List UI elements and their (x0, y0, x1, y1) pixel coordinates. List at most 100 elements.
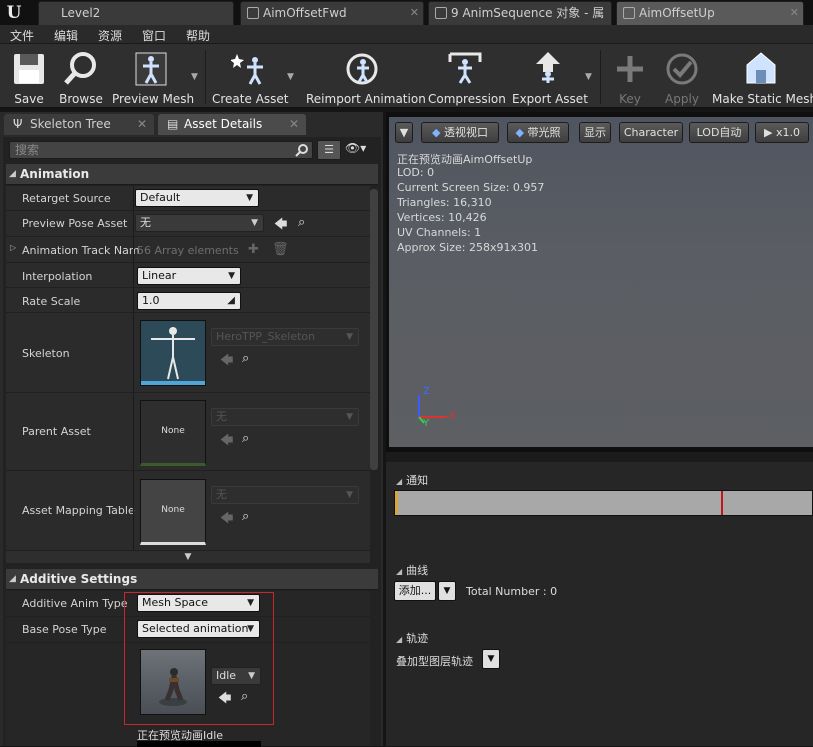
preview-viewport[interactable]: ▼ ◆ 透视视口 ◆ 带光照 显示 Character LOD自动 ▶ x1.0… (389, 117, 813, 447)
menu-edit[interactable]: 编辑 (54, 27, 78, 44)
reimport-animation-button[interactable]: Reimport Animation (306, 48, 426, 106)
section-curves[interactable]: ◢ 曲线 (396, 562, 428, 578)
browse-search-icon[interactable]: ⌕ (242, 509, 249, 524)
add-curve-button[interactable]: 添加... (394, 581, 436, 601)
use-selected-arrow-icon[interactable]: 🡄 (220, 509, 233, 531)
property-skeleton: Skeleton HeroTPP_Skeleton ▼ 🡄 ⌕ (6, 313, 370, 393)
spin-handle-icon: ◢ (227, 295, 235, 306)
property-retarget-source: Retarget Source Default ▼ (6, 186, 370, 211)
additive-layer-dropdown-icon[interactable]: ▼ (482, 649, 500, 669)
export-icon (536, 52, 560, 83)
use-selected-arrow-icon[interactable]: 🡄 (274, 215, 287, 237)
category-animation[interactable]: ◢ Animation (6, 164, 378, 185)
tab-aimoffsetfwd[interactable]: AimOffsetFwd ✕ (240, 1, 424, 25)
search-input[interactable]: 搜索 (9, 141, 313, 159)
create-asset-icon (231, 54, 263, 85)
details-icon: ▤ (167, 117, 179, 131)
timeline-start-marker (395, 491, 398, 515)
menu-asset[interactable]: 资源 (98, 27, 122, 44)
export-asset-dropdown-icon[interactable]: ▼ (585, 72, 592, 82)
chevron-down-icon: ▼ (228, 271, 235, 281)
browse-search-icon[interactable]: ⌕ (242, 431, 249, 446)
visibility-eye-icon[interactable]: 👁▾ (345, 141, 366, 155)
view-options-list-icon[interactable]: ☰ (317, 140, 341, 160)
export-asset-button[interactable]: Export Asset (512, 48, 588, 106)
key-button[interactable]: Key (610, 48, 650, 106)
retarget-source-dropdown[interactable]: Default ▼ (135, 189, 259, 207)
lod-button[interactable]: LOD自动 (689, 122, 749, 143)
play-icon: ▶ (764, 126, 773, 139)
add-element-plus-icon[interactable]: ✚ (248, 242, 259, 257)
close-icon[interactable]: ✕ (289, 114, 299, 135)
skeleton-thumbnail[interactable] (140, 320, 206, 386)
expand-arrow-icon[interactable]: ▷ (10, 243, 16, 252)
delete-trash-icon[interactable]: 🗑 (272, 242, 289, 257)
menu-window[interactable]: 窗口 (142, 27, 166, 44)
anim-asset-icon (247, 7, 259, 19)
menu-file[interactable]: 文件 (10, 27, 34, 44)
playback-speed-button[interactable]: ▶ x1.0 (755, 122, 809, 143)
close-icon[interactable]: ✕ (137, 114, 147, 135)
viewport-options-button[interactable]: ▼ (395, 122, 413, 143)
tab-level2[interactable]: Level2 (38, 1, 234, 25)
preview-pose-asset-picker[interactable]: 无 ▼ (135, 214, 264, 232)
preview-mesh-dropdown-icon[interactable]: ▼ (191, 72, 198, 82)
close-icon[interactable]: ✕ (410, 2, 419, 24)
property-rate-scale: Rate Scale 1.0 ◢ (6, 288, 370, 313)
compression-icon (448, 52, 482, 84)
perspective-button[interactable]: ◆ 透视视口 (421, 122, 499, 143)
tab-asset-details[interactable]: ▤ Asset Details ✕ (158, 114, 306, 135)
use-selected-arrow-icon[interactable]: 🡄 (220, 431, 233, 453)
details-scrollbar[interactable] (370, 189, 378, 470)
anim-asset-icon (435, 7, 447, 19)
perspective-cube-icon: ◆ (432, 126, 441, 139)
apply-button[interactable]: Apply (660, 48, 704, 106)
create-asset-button[interactable]: Create Asset (212, 48, 289, 106)
timeline-playhead-marker[interactable] (721, 491, 723, 515)
chevron-down-icon: ▼ (346, 412, 353, 422)
skeleton-picker[interactable]: HeroTPP_Skeleton ▼ (211, 328, 359, 346)
browse-search-icon[interactable]: ⌕ (298, 215, 305, 230)
section-tracks[interactable]: ◢ 轨迹 (396, 630, 428, 646)
tab-label: Skeleton Tree (30, 117, 111, 131)
parent-asset-thumbnail[interactable]: None (140, 400, 206, 466)
rate-scale-input[interactable]: 1.0 ◢ (137, 292, 241, 310)
close-icon[interactable]: ✕ (790, 2, 799, 24)
make-static-mesh-button[interactable]: Make Static Mesh (712, 48, 813, 106)
plus-icon (617, 56, 643, 82)
tab-anim-sequence-properties[interactable]: 9 AnimSequence 对象 - 属 (428, 1, 612, 25)
use-selected-arrow-icon[interactable]: 🡄 (220, 351, 233, 373)
notify-timeline-track[interactable] (394, 490, 813, 516)
collapse-arrow-icon: ◢ (9, 574, 16, 584)
asset-mapping-picker[interactable]: 无 ▼ (211, 486, 359, 504)
advanced-expand-arrow-icon[interactable]: ▼ (6, 551, 370, 563)
menu-help[interactable]: 帮助 (186, 27, 210, 44)
tab-label: Asset Details (184, 117, 263, 131)
browse-button[interactable]: Browse (58, 48, 104, 106)
section-notifies[interactable]: ◢ 通知 (396, 472, 428, 488)
compression-button[interactable]: Compression (428, 48, 506, 106)
interpolation-dropdown[interactable]: Linear ▼ (137, 267, 241, 285)
tab-label: 9 AnimSequence 对象 - 属 (451, 6, 605, 20)
category-additive-settings[interactable]: ◢ Additive Settings (6, 569, 378, 590)
save-button[interactable]: Save (6, 48, 52, 106)
property-parent-asset: Parent Asset None 无 ▼ 🡄 ⌕ (6, 393, 370, 471)
add-curve-dropdown-icon[interactable]: ▼ (438, 581, 456, 601)
tab-label: AimOffsetUp (639, 6, 715, 20)
browse-search-icon[interactable]: ⌕ (242, 351, 249, 366)
unreal-logo-icon[interactable]: U (2, 2, 26, 24)
splitter[interactable] (386, 452, 813, 462)
character-button[interactable]: Character (619, 122, 683, 143)
asset-mapping-thumbnail[interactable]: None (140, 479, 206, 545)
static-mesh-icon (746, 52, 776, 84)
chevron-down-icon: ▼ (346, 332, 353, 342)
animation-tracks-panel: ◢ 通知 ◢ 曲线 添加... ▼ Total Number : 0 ◢ 轨迹 叠加型… (386, 452, 813, 746)
preview-mesh-button[interactable]: Preview Mesh (112, 48, 194, 106)
parent-asset-picker[interactable]: 无 ▼ (211, 408, 359, 426)
lit-mode-button[interactable]: ◆ 带光照 (507, 122, 569, 143)
tab-skeleton-tree[interactable]: Ψ Skeleton Tree ✕ (4, 114, 154, 135)
show-button[interactable]: 显示 (579, 122, 611, 143)
skeleton-tree-icon: Ψ (13, 117, 23, 131)
tab-aimoffsetup[interactable]: AimOffsetUp ✕ (616, 1, 804, 25)
create-asset-dropdown-icon[interactable]: ▼ (287, 72, 294, 82)
